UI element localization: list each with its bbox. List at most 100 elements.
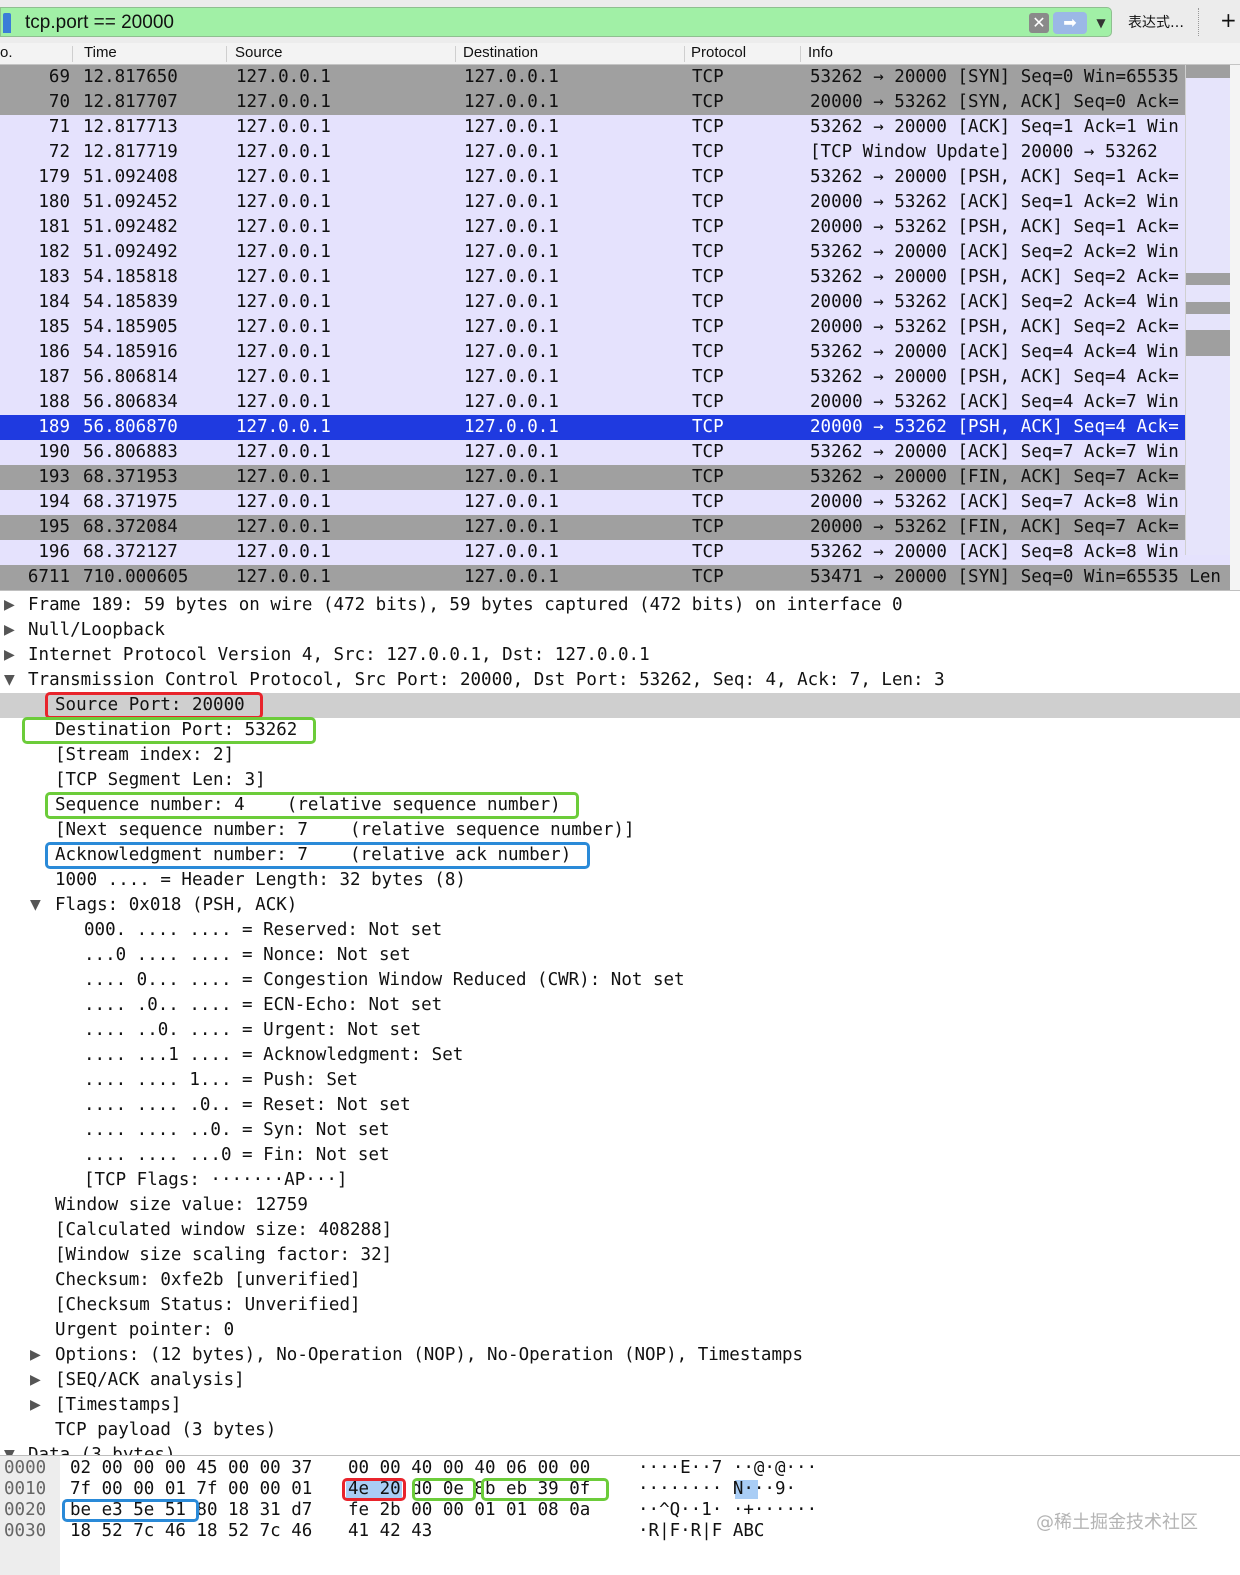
- detail-line[interactable]: ▶ Options: (12 bytes), No-Operation (NOP)…: [0, 1343, 1240, 1368]
- packet-row[interactable]: 181 51.092482 127.0.0.1 127.0.0.1 TCP 20000 →…: [0, 215, 1240, 240]
- packet-row[interactable]: 71 12.817713 127.0.0.1 127.0.0.1 TCP 53262 → …: [0, 115, 1240, 140]
- packet-row[interactable]: 188 56.806834 127.0.0.1 127.0.0.1 TCP 20000 →…: [0, 390, 1240, 415]
- hex-offset[interactable]: 0000: [4, 1458, 46, 1479]
- column-header-no[interactable]: o.: [0, 44, 13, 61]
- add-filter-button[interactable]: +: [1220, 8, 1237, 32]
- packet-row[interactable]: 182 51.092492 127.0.0.1 127.0.0.1 TCP 53262 →…: [0, 240, 1240, 265]
- hex-b[interactable]: 00 00 40 00 40 06 00 00: [348, 1458, 590, 1479]
- detail-line[interactable]: .... .... ...0 = Fin: Not set: [0, 1143, 1240, 1168]
- packet-row[interactable]: 186 54.185916 127.0.0.1 127.0.0.1 TCP 53262 →…: [0, 340, 1240, 365]
- packet-row[interactable]: 184 54.185839 127.0.0.1 127.0.0.1 TCP 20000 →…: [0, 290, 1240, 315]
- packet-row[interactable]: 185 54.185905 127.0.0.1 127.0.0.1 TCP 20000 →…: [0, 315, 1240, 340]
- packet-cell-src: 127.0.0.1: [236, 517, 331, 537]
- detail-line[interactable]: [Checksum Status: Unverified]: [0, 1293, 1240, 1318]
- detail-line[interactable]: ▼ Data (3 bytes): [0, 1443, 1240, 1455]
- expand-triangle-down-icon[interactable]: ▼: [30, 893, 41, 918]
- detail-line[interactable]: .... .... .0.. = Reset: Not set: [0, 1093, 1240, 1118]
- detail-line[interactable]: .... ..0. .... = Urgent: Not set: [0, 1018, 1240, 1043]
- bookmark-icon[interactable]: [3, 13, 11, 33]
- column-header-time[interactable]: Time: [84, 44, 117, 61]
- hex-ascii[interactable]: ··^Q··1· ·+······: [638, 1500, 817, 1521]
- column-header-info[interactable]: Info: [808, 44, 833, 61]
- hex-offset[interactable]: 0020: [4, 1500, 46, 1521]
- column-separator[interactable]: [455, 46, 456, 62]
- filter-history-dropdown-icon[interactable]: ▼: [1093, 13, 1109, 33]
- packet-list-scrollbar[interactable]: [1230, 65, 1240, 590]
- hex-a[interactable]: 18 52 7c 46 18 52 7c 46: [70, 1521, 312, 1542]
- detail-line[interactable]: ▶ [SEQ/ACK analysis]: [0, 1368, 1240, 1393]
- packet-row[interactable]: 179 51.092408 127.0.0.1 127.0.0.1 TCP 53262 →…: [0, 165, 1240, 190]
- packet-row[interactable]: 72 12.817719 127.0.0.1 127.0.0.1 TCP [TCP Win…: [0, 140, 1240, 165]
- packet-row[interactable]: 195 68.372084 127.0.0.1 127.0.0.1 TCP 20000 →…: [0, 515, 1240, 540]
- column-separator[interactable]: [226, 46, 227, 62]
- detail-line[interactable]: Checksum: 0xfe2b [unverified]: [0, 1268, 1240, 1293]
- detail-line[interactable]: 000. .... .... = Reserved: Not set: [0, 918, 1240, 943]
- column-separator[interactable]: [72, 46, 73, 62]
- detail-line[interactable]: [Stream index: 2]: [0, 743, 1240, 768]
- packet-list-minimap[interactable]: [1185, 65, 1231, 555]
- hex-offset[interactable]: 0030: [4, 1521, 46, 1542]
- display-filter-field[interactable]: ✕ ➡ ▼: [0, 7, 1112, 37]
- detail-line[interactable]: [TCP Flags: ·······AP···]: [0, 1168, 1240, 1193]
- expand-triangle-right-icon[interactable]: ▶: [30, 1343, 41, 1368]
- packet-row[interactable]: 6711 710.000605 127.0.0.1 127.0.0.1 TCP 53471…: [0, 565, 1240, 590]
- expand-triangle-right-icon[interactable]: ▶: [30, 1393, 41, 1418]
- hex-a[interactable]: 02 00 00 00 45 00 00 37: [70, 1458, 312, 1479]
- column-separator[interactable]: [684, 46, 685, 62]
- column-header-source[interactable]: Source: [235, 44, 283, 61]
- column-header-destination[interactable]: Destination: [463, 44, 538, 61]
- detail-line[interactable]: ▶ Frame 189: 59 bytes on wire (472 bits),…: [0, 593, 1240, 618]
- detail-line[interactable]: Urgent pointer: 0: [0, 1318, 1240, 1343]
- hex-offset[interactable]: 0010: [4, 1479, 46, 1500]
- detail-line[interactable]: ▶ Internet Protocol Version 4, Src: 127.0…: [0, 643, 1240, 668]
- expand-triangle-right-icon[interactable]: ▶: [30, 1368, 41, 1393]
- detail-line[interactable]: [Window size scaling factor: 32]: [0, 1243, 1240, 1268]
- detail-line[interactable]: [TCP Segment Len: 3]: [0, 768, 1240, 793]
- detail-line[interactable]: Window size value: 12759: [0, 1193, 1240, 1218]
- detail-line[interactable]: [Next sequence number: 7 (relative seque…: [0, 818, 1240, 843]
- packet-row[interactable]: 180 51.092452 127.0.0.1 127.0.0.1 TCP 20000 →…: [0, 190, 1240, 215]
- packet-row[interactable]: 194 68.371975 127.0.0.1 127.0.0.1 TCP 20000 →…: [0, 490, 1240, 515]
- detail-line[interactable]: ▶ Null/Loopback: [0, 618, 1240, 643]
- detail-line[interactable]: .... 0... .... = Congestion Window Reduc…: [0, 968, 1240, 993]
- detail-line[interactable]: .... .... 1... = Push: Set: [0, 1068, 1240, 1093]
- expand-triangle-right-icon[interactable]: ▶: [4, 593, 15, 618]
- apply-filter-button[interactable]: ➡: [1053, 12, 1087, 34]
- detail-line[interactable]: 1000 .... = Header Length: 32 bytes (8): [0, 868, 1240, 893]
- expand-triangle-down-icon[interactable]: ▼: [4, 668, 15, 693]
- hex-ascii[interactable]: ········ N···9·: [638, 1479, 796, 1500]
- expand-triangle-right-icon[interactable]: ▶: [4, 618, 15, 643]
- clear-filter-icon[interactable]: ✕: [1029, 13, 1049, 33]
- column-header-protocol[interactable]: Protocol: [691, 44, 746, 61]
- packet-row[interactable]: 69 12.817650 127.0.0.1 127.0.0.1 TCP 53262 → …: [0, 65, 1240, 90]
- hex-b[interactable]: fe 2b 00 00 01 01 08 0a: [348, 1500, 590, 1521]
- packet-row[interactable]: 193 68.371953 127.0.0.1 127.0.0.1 TCP 53262 →…: [0, 465, 1240, 490]
- packet-row[interactable]: 190 56.806883 127.0.0.1 127.0.0.1 TCP 53262 →…: [0, 440, 1240, 465]
- hex-b[interactable]: 41 42 43: [348, 1521, 432, 1542]
- display-filter-input[interactable]: [25, 10, 1015, 36]
- packet-cell-info: 20000 → 53262 [ACK] Seq=1 Ack=2 Win: [810, 192, 1179, 212]
- detail-line[interactable]: .... ...1 .... = Acknowledgment: Set: [0, 1043, 1240, 1068]
- detail-line[interactable]: ...0 .... .... = Nonce: Not set: [0, 943, 1240, 968]
- detail-line[interactable]: ▼ Transmission Control Protocol, Src Port…: [0, 668, 1240, 693]
- hex-ascii[interactable]: ·R|F·R|F ABC: [638, 1521, 764, 1542]
- column-separator[interactable]: [800, 46, 801, 62]
- packet-row[interactable]: 183 54.185818 127.0.0.1 127.0.0.1 TCP 53262 →…: [0, 265, 1240, 290]
- detail-line[interactable]: ▶ [Timestamps]: [0, 1393, 1240, 1418]
- detail-line[interactable]: .... .0.. .... = ECN-Echo: Not set: [0, 993, 1240, 1018]
- detail-line[interactable]: [Calculated window size: 408288]: [0, 1218, 1240, 1243]
- hex-ascii[interactable]: ····E··7 ··@·@···: [638, 1458, 817, 1479]
- expression-button[interactable]: 表达式…: [1128, 12, 1184, 32]
- detail-line[interactable]: ▼ Flags: 0x018 (PSH, ACK): [0, 893, 1240, 918]
- packet-row[interactable]: 196 68.372127 127.0.0.1 127.0.0.1 TCP 53262 →…: [0, 540, 1240, 565]
- detail-line[interactable]: .... .... ..0. = Syn: Not set: [0, 1118, 1240, 1143]
- expand-triangle-down-icon[interactable]: ▼: [4, 1443, 15, 1455]
- packet-row[interactable]: 187 56.806814 127.0.0.1 127.0.0.1 TCP 53262 →…: [0, 365, 1240, 390]
- hex-annotation-box-blue: [62, 1499, 199, 1522]
- packet-row[interactable]: 70 12.817707 127.0.0.1 127.0.0.1 TCP 20000 → …: [0, 90, 1240, 115]
- detail-line[interactable]: TCP payload (3 bytes): [0, 1418, 1240, 1443]
- hex-a[interactable]: 7f 00 00 01 7f 00 00 01: [70, 1479, 312, 1500]
- packet-cell-no: 186: [38, 342, 70, 362]
- packet-row[interactable]: 189 56.806870 127.0.0.1 127.0.0.1 TCP 20000 →…: [0, 415, 1240, 440]
- expand-triangle-right-icon[interactable]: ▶: [4, 643, 15, 668]
